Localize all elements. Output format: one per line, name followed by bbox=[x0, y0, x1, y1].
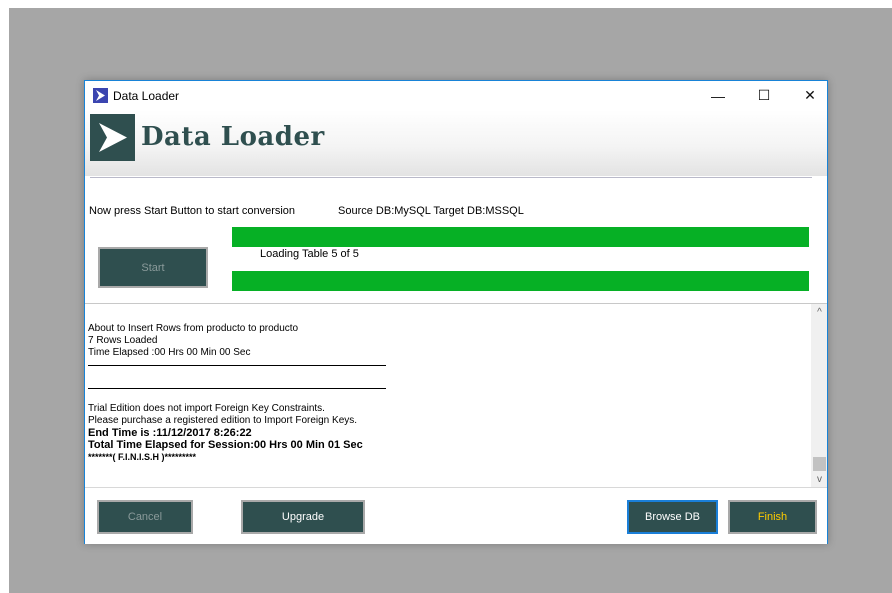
minimize-button[interactable]: — bbox=[695, 81, 741, 110]
log-line: Trial Edition does not import Foreign Ke… bbox=[88, 403, 325, 414]
log-lines: About to Insert Rows from producto to pr… bbox=[88, 323, 788, 463]
minimize-icon: — bbox=[711, 87, 725, 104]
log-output-area[interactable]: About to Insert Rows from producto to pr… bbox=[85, 303, 827, 488]
close-button[interactable]: ✕ bbox=[787, 81, 833, 110]
log-line-finish: *******( F.I.N.I.S.H )********* bbox=[88, 452, 197, 462]
header-banner: Data Loader bbox=[85, 110, 827, 176]
title-bar[interactable]: Data Loader — ☐ ✕ bbox=[85, 81, 827, 110]
bottom-button-bar: Cancel Upgrade Browse DB Finish bbox=[85, 487, 827, 544]
log-line-end-time: End Time is :11/12/2017 8:26:22 bbox=[88, 427, 252, 439]
log-separator bbox=[88, 388, 386, 389]
progress-label: Loading Table 5 of 5 bbox=[260, 248, 359, 260]
data-loader-window: Data Loader — ☐ ✕ Data Loader Now press … bbox=[84, 80, 828, 544]
window-title: Data Loader bbox=[113, 89, 180, 103]
app-logo-icon bbox=[93, 88, 108, 103]
maximize-icon: ☐ bbox=[757, 87, 771, 103]
progress-fill bbox=[232, 271, 809, 291]
scroll-thumb[interactable] bbox=[813, 457, 826, 471]
close-icon: ✕ bbox=[804, 87, 816, 103]
log-line: Time Elapsed :00 Hrs 00 Min 00 Sec bbox=[88, 347, 251, 358]
banner-logo-text: Data Loader bbox=[141, 122, 325, 152]
instruction-text: Now press Start Button to start conversi… bbox=[89, 205, 296, 217]
upgrade-button[interactable]: Upgrade bbox=[241, 500, 365, 534]
chevron-down-icon: v bbox=[817, 474, 822, 485]
browse-db-button[interactable]: Browse DB bbox=[627, 500, 718, 534]
log-line-total-time: Total Time Elapsed for Session:00 Hrs 00… bbox=[88, 439, 363, 451]
log-separator bbox=[88, 365, 386, 366]
start-button[interactable]: Start bbox=[98, 247, 208, 288]
log-line: Please purchase a registered edition to … bbox=[88, 415, 358, 426]
scroll-down-button[interactable]: v bbox=[811, 471, 827, 488]
log-line: 7 Rows Loaded bbox=[88, 335, 158, 346]
finish-button[interactable]: Finish bbox=[728, 500, 817, 534]
chevron-up-icon: ^ bbox=[817, 307, 822, 318]
progress-bar-overall bbox=[232, 227, 809, 247]
db-info-text: Source DB:MySQL Target DB:MSSQL bbox=[338, 205, 524, 217]
maximize-button[interactable]: ☐ bbox=[741, 81, 787, 110]
log-line: About to Insert Rows from producto to pr… bbox=[88, 323, 299, 334]
play-arrow-icon bbox=[90, 114, 135, 161]
progress-fill bbox=[232, 227, 809, 247]
banner-divider bbox=[90, 177, 812, 178]
cancel-button[interactable]: Cancel bbox=[97, 500, 193, 534]
progress-bar-table bbox=[232, 271, 809, 291]
log-scrollbar[interactable]: ^ v bbox=[811, 304, 827, 488]
scroll-up-button[interactable]: ^ bbox=[811, 304, 827, 321]
